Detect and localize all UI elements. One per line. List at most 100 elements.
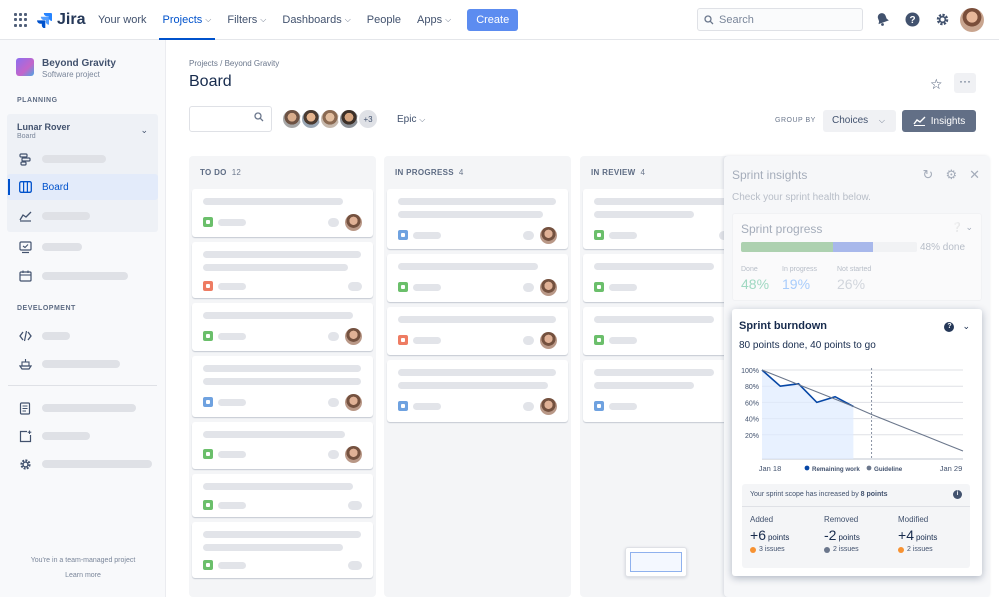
assignee-avatar[interactable] xyxy=(540,279,557,296)
scope-change-issues[interactable]: 3 issues xyxy=(750,546,789,553)
help-icon[interactable]: ? xyxy=(904,11,920,27)
jira-logo[interactable]: Jira xyxy=(37,11,85,29)
nav-item-label: Filters xyxy=(227,14,258,26)
notifications-icon[interactable] xyxy=(874,11,890,27)
chevron-down-icon[interactable]: ⌄ xyxy=(962,321,970,332)
project-header[interactable]: Beyond Gravity Software project xyxy=(16,58,116,79)
settings-icon[interactable] xyxy=(934,11,950,27)
nav-item-apps[interactable]: Apps ⌵ xyxy=(409,0,459,40)
sprint-burndown-card: Sprint burndown ? ⌄ 80 points done, 40 p… xyxy=(732,309,982,576)
breadcrumb[interactable]: Projects / Beyond Gravity xyxy=(189,59,279,68)
story-type-icon xyxy=(203,331,213,341)
user-avatar[interactable] xyxy=(960,8,984,32)
scope-change-issues[interactable]: 2 issues xyxy=(824,546,860,553)
nav-item-label: People xyxy=(366,14,402,26)
group-by-value: Choices xyxy=(832,115,869,126)
issue-card[interactable] xyxy=(192,522,373,578)
estimate-badge xyxy=(328,218,339,227)
sidebar-item-board-row[interactable] xyxy=(18,180,32,194)
skeleton-label xyxy=(42,332,70,340)
sidebar-item-releases[interactable] xyxy=(18,269,128,283)
monitor-icon xyxy=(18,240,32,254)
nav-item-projects[interactable]: Projects ⌵ xyxy=(155,0,220,40)
sidebar-item-timeline[interactable] xyxy=(18,152,106,166)
search-icon xyxy=(704,14,714,24)
nav-item-dashboards[interactable]: Dashboards ⌵ xyxy=(274,0,358,40)
epic-filter[interactable]: Epic ⌵ xyxy=(397,114,425,125)
assignee-avatar[interactable] xyxy=(345,328,362,345)
close-icon[interactable]: ✕ xyxy=(969,167,980,183)
gear-icon xyxy=(18,457,32,471)
sidebar-item-deployments[interactable] xyxy=(18,357,120,371)
assignee-avatar[interactable] xyxy=(345,394,362,411)
assignee-avatar[interactable] xyxy=(345,446,362,463)
help-icon[interactable]: ? xyxy=(944,321,955,332)
nav-item-people[interactable]: People xyxy=(359,0,409,40)
jira-logo-icon xyxy=(37,13,52,28)
issue-card[interactable] xyxy=(192,474,373,517)
assignee-filter[interactable]: +3 xyxy=(281,108,379,130)
issue-card[interactable] xyxy=(387,254,568,302)
issue-card[interactable] xyxy=(192,422,373,469)
project-avatar-icon xyxy=(16,58,34,76)
issue-card[interactable] xyxy=(192,242,373,298)
sidebar-item-project-settings[interactable] xyxy=(18,457,152,471)
skeleton-key xyxy=(609,232,637,239)
nav-item-filters[interactable]: Filters ⌵ xyxy=(219,0,274,40)
more-options-icon[interactable]: ··· xyxy=(954,73,976,93)
sprint-progress-card: Sprint progress ❔ ⌄ 48% done Done 48% In … xyxy=(732,213,982,301)
issue-card[interactable] xyxy=(192,189,373,237)
issue-card[interactable] xyxy=(387,189,568,249)
project-type: Software project xyxy=(42,70,100,79)
issue-card[interactable] xyxy=(192,303,373,351)
learn-more-link[interactable]: Learn more xyxy=(0,572,166,579)
stat-not-started: Not started 26% xyxy=(837,266,872,292)
app-switcher-icon[interactable] xyxy=(14,13,28,27)
planning-heading: PLANNING xyxy=(17,97,58,104)
refresh-icon[interactable]: ↻ xyxy=(923,167,934,183)
estimate-badge xyxy=(523,231,534,240)
sidebar-item-pages[interactable] xyxy=(18,401,136,415)
insights-panel-actions: ↻ ⚙ ✕ xyxy=(923,167,980,183)
stat-in-progress: In progress 19% xyxy=(782,266,818,292)
scope-change-heading: Removed xyxy=(824,515,859,524)
sidebar-item-issues[interactable] xyxy=(18,240,82,254)
nav-item-label: Projects xyxy=(162,14,203,26)
issue-card[interactable] xyxy=(387,360,568,422)
issue-card[interactable] xyxy=(192,356,373,417)
skeleton-key xyxy=(609,403,637,410)
assignee-avatar[interactable] xyxy=(540,398,557,415)
chevron-down-icon[interactable]: ⌄ xyxy=(140,125,148,136)
task-type-icon xyxy=(203,397,213,407)
estimate-badge xyxy=(328,398,339,407)
sidebar-item-add-shortcut[interactable] xyxy=(18,429,90,443)
y-tick-label: 60% xyxy=(745,400,759,407)
help-icon[interactable]: ❔ ⌄ xyxy=(952,222,973,233)
scope-change-value: +6 points xyxy=(750,527,790,543)
board-search-input[interactable] xyxy=(189,106,272,132)
info-icon[interactable]: i xyxy=(953,490,962,499)
sidebar-item-reports[interactable] xyxy=(18,209,90,223)
estimate-badge xyxy=(523,283,534,292)
stat-done: Done 48% xyxy=(741,266,770,292)
assignee-avatar[interactable] xyxy=(345,214,362,231)
insights-button[interactable]: Insights xyxy=(902,110,976,132)
assignee-avatar[interactable] xyxy=(540,227,557,244)
group-by-select[interactable]: Choices ⌵ xyxy=(823,110,896,132)
status-dot-icon xyxy=(898,546,904,553)
settings-icon[interactable]: ⚙ xyxy=(945,167,957,183)
create-button[interactable]: Create xyxy=(467,9,519,31)
skeleton-key xyxy=(413,284,441,291)
y-tick-label: 100% xyxy=(741,368,759,375)
chart-line-icon xyxy=(913,116,926,126)
more-avatars-badge[interactable]: +3 xyxy=(357,108,379,130)
assignee-avatar[interactable] xyxy=(540,332,557,349)
sidebar-item-code[interactable] xyxy=(18,329,70,343)
star-icon[interactable]: ☆ xyxy=(930,76,943,93)
nav-item-your-work[interactable]: Your work xyxy=(90,0,155,40)
issue-card[interactable] xyxy=(387,307,568,355)
skeleton-text xyxy=(398,211,543,218)
search-input[interactable]: Search xyxy=(697,8,863,31)
bug-type-icon xyxy=(203,281,213,291)
scope-change-issues[interactable]: 2 issues xyxy=(898,546,937,553)
